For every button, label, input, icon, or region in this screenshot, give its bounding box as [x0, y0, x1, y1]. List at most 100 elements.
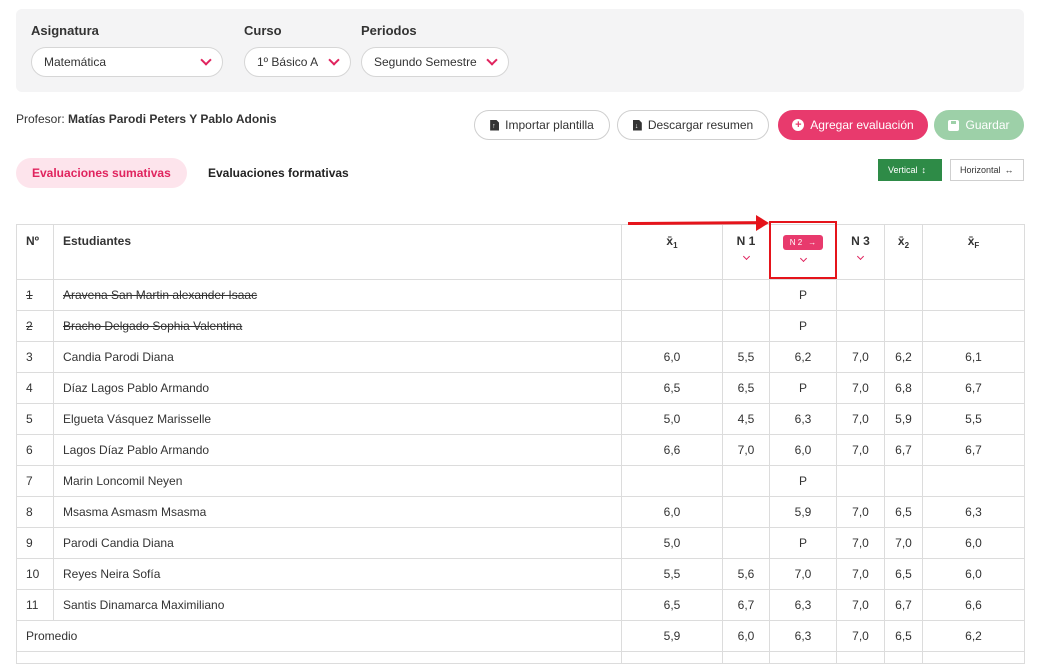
avg2-cell — [884, 465, 923, 497]
n1-cell[interactable]: 4,5 — [722, 403, 770, 435]
n2-badge[interactable]: N 2 → — [782, 235, 824, 250]
import-template-button[interactable]: ↑ Importar plantilla — [474, 110, 610, 140]
table-row: 10 Reyes Neira Sofía 5,5 5,6 7,0 7,0 6,5… — [16, 558, 1025, 590]
n3-cell[interactable]: 7,0 — [836, 403, 885, 435]
n2-cell[interactable]: 6,3 — [769, 403, 837, 435]
period-value: Segundo Semestre — [374, 55, 477, 69]
horizontal-toggle[interactable]: Horizontal ↔ — [950, 159, 1024, 181]
n2-cell[interactable]: 6,2 — [769, 341, 837, 373]
vertical-arrows-icon: ↕ — [921, 165, 927, 175]
row-number: 1 — [16, 279, 54, 311]
n3-cell[interactable]: 7,0 — [836, 341, 885, 373]
table-row: 5 Elgueta Vásquez Marisselle 5,0 4,5 6,3… — [16, 403, 1025, 435]
tab-formative[interactable]: Evaluaciones formativas — [192, 158, 365, 188]
student-name: Aravena San Martin alexander Isaac — [53, 279, 622, 311]
row-number: 7 — [16, 465, 54, 497]
n3-cell[interactable]: 7,0 — [836, 558, 885, 590]
avg2-cell: 6,5 — [884, 620, 923, 652]
chevron-down-icon — [486, 53, 498, 66]
avg2-cell: 5,9 — [884, 403, 923, 435]
n1-cell[interactable]: 6,7 — [722, 589, 770, 621]
average-label: Promedio — [16, 620, 622, 652]
course-select[interactable]: 1º Básico A — [244, 47, 351, 77]
avgF-cell: 6,1 — [922, 341, 1025, 373]
chevron-down-icon[interactable] — [856, 252, 865, 261]
n3-cell[interactable] — [836, 310, 885, 342]
add-evaluation-button[interactable]: + Agregar evaluación — [778, 110, 928, 140]
avg2-cell — [884, 310, 923, 342]
vertical-toggle[interactable]: Vertical ↕ — [878, 159, 942, 181]
n1-cell[interactable] — [722, 279, 770, 311]
n2-cell[interactable]: 5,9 — [769, 496, 837, 528]
table-row: 7 Marin Loncomil Neyen P — [16, 465, 1025, 497]
n3-cell[interactable] — [836, 279, 885, 311]
tab-summative[interactable]: Evaluaciones sumativas — [16, 158, 187, 188]
n1-cell[interactable] — [722, 465, 770, 497]
download-summary-label: Descargar resumen — [647, 118, 754, 132]
avg1-cell: 6,5 — [621, 372, 723, 404]
avg2-cell: 6,5 — [884, 558, 923, 590]
avgF-cell: 6,7 — [922, 372, 1025, 404]
n2-cell[interactable]: P — [769, 465, 837, 497]
n1-cell[interactable]: 6,5 — [722, 372, 770, 404]
n3-cell[interactable]: 7,0 — [836, 434, 885, 466]
avgF-cell — [922, 465, 1025, 497]
n1-cell[interactable] — [722, 310, 770, 342]
n1-cell[interactable] — [722, 527, 770, 559]
table-header-row: Nº Estudiantes x̄1 N 1 N 2 → N 3 x̄2 x̄F — [16, 224, 1025, 280]
n3-cell[interactable]: 7,0 — [836, 372, 885, 404]
n1-cell[interactable]: 5,6 — [722, 558, 770, 590]
n2-cell[interactable]: P — [769, 372, 837, 404]
import-template-label: Importar plantilla — [505, 118, 594, 132]
chevron-down-icon[interactable] — [799, 254, 807, 263]
save-icon — [948, 119, 960, 131]
subject-select[interactable]: Matemática — [31, 47, 223, 77]
header-number: Nº — [16, 224, 54, 280]
header-n2[interactable]: N 2 → — [769, 224, 837, 280]
avg2-cell: 7,0 — [884, 527, 923, 559]
save-button[interactable]: Guardar — [934, 110, 1024, 140]
table-row: 4 Díaz Lagos Pablo Armando 6,5 6,5 P 7,0… — [16, 372, 1025, 404]
n2-cell[interactable]: P — [769, 527, 837, 559]
header-n1[interactable]: N 1 — [722, 224, 770, 280]
avg1-cell: 6,0 — [621, 496, 723, 528]
avg1-cell: 6,0 — [621, 341, 723, 373]
n2-cell[interactable]: P — [769, 279, 837, 311]
student-name: Lagos Díaz Pablo Armando — [53, 434, 622, 466]
download-summary-button[interactable]: ↓ Descargar resumen — [617, 110, 769, 140]
chevron-down-icon[interactable] — [742, 252, 750, 261]
n3-cell[interactable]: 7,0 — [836, 496, 885, 528]
n3-cell: 7,0 — [836, 620, 885, 652]
course-label: Curso — [244, 23, 282, 38]
n2-cell[interactable]: 6,3 — [769, 589, 837, 621]
student-name: Elgueta Vásquez Marisselle — [53, 403, 622, 435]
n3-cell[interactable]: 7,0 — [836, 527, 885, 559]
n1-cell[interactable]: 5,5 — [722, 341, 770, 373]
row-number: 11 — [16, 589, 54, 621]
student-name: Msasma Asmasm Msasma — [53, 496, 622, 528]
empty-cell — [621, 651, 723, 664]
student-name: Bracho Delgado Sophia Valentina — [53, 310, 622, 342]
n2-cell[interactable]: P — [769, 310, 837, 342]
n1-cell[interactable] — [722, 496, 770, 528]
add-evaluation-label: Agregar evaluación — [810, 118, 914, 132]
avgF-cell: 6,0 — [922, 558, 1025, 590]
avgF-cell: 6,7 — [922, 434, 1025, 466]
table-row: 9 Parodi Candia Diana 5,0 P 7,0 7,0 6,0 — [16, 527, 1025, 559]
n2-cell[interactable]: 7,0 — [769, 558, 837, 590]
n3-cell[interactable] — [836, 465, 885, 497]
header-avgF: x̄F — [922, 224, 1025, 280]
empty-cell — [836, 651, 885, 664]
row-number: 3 — [16, 341, 54, 373]
table-row: 11 Santis Dinamarca Maximiliano 6,5 6,7 … — [16, 589, 1025, 621]
n3-cell[interactable]: 7,0 — [836, 589, 885, 621]
n1-cell[interactable]: 7,0 — [722, 434, 770, 466]
professor-name: Matías Parodi Peters Y Pablo Adonis — [68, 112, 277, 126]
header-n3[interactable]: N 3 — [836, 224, 885, 280]
avg1-cell — [621, 465, 723, 497]
avg2-cell: 6,8 — [884, 372, 923, 404]
avgF-cell: 5,5 — [922, 403, 1025, 435]
period-select[interactable]: Segundo Semestre — [361, 47, 509, 77]
student-name: Reyes Neira Sofía — [53, 558, 622, 590]
n2-cell[interactable]: 6,0 — [769, 434, 837, 466]
